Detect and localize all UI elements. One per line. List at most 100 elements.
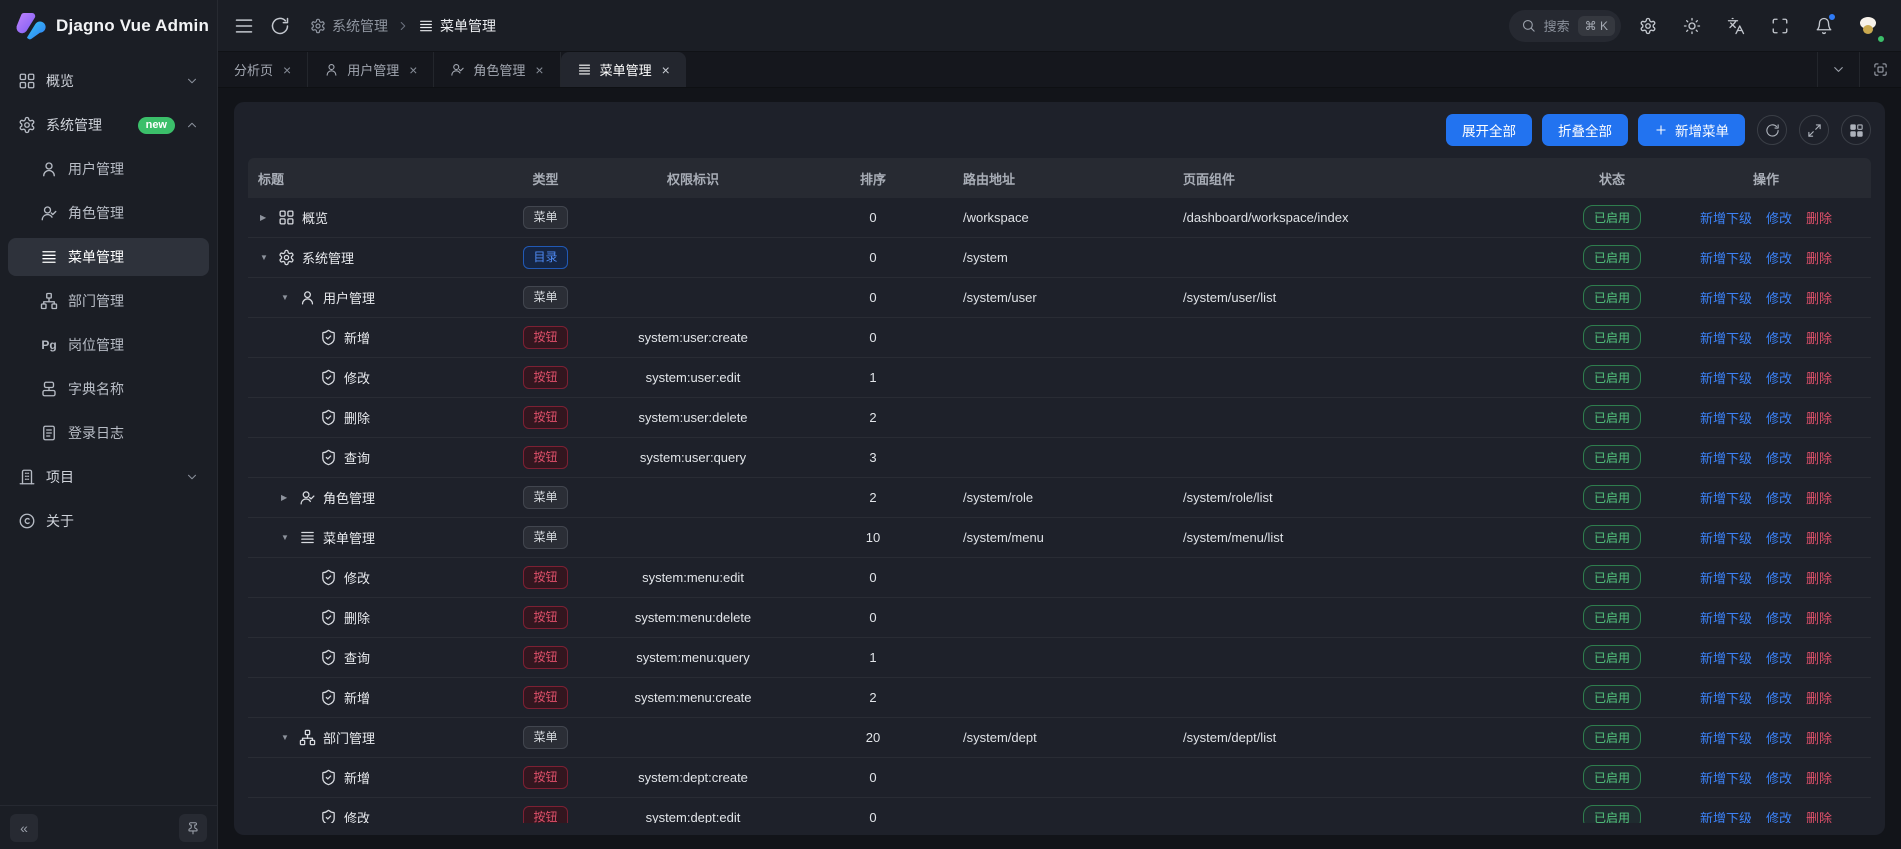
add-child-link[interactable]: 新增下级 (1700, 368, 1752, 387)
hamburger-icon[interactable] (234, 16, 254, 36)
collapse-all-button[interactable]: 折叠全部 (1542, 114, 1628, 146)
delete-link[interactable]: 删除 (1806, 808, 1832, 823)
search-input[interactable]: 搜索 ⌘ K (1509, 10, 1621, 42)
app-logo[interactable]: Djagno Vue Admin (0, 0, 217, 52)
sidebar-item-6[interactable]: Pg岗位管理 (8, 326, 209, 364)
edit-link[interactable]: 修改 (1766, 608, 1792, 627)
edit-link[interactable]: 修改 (1766, 248, 1792, 267)
table-fullscreen-button[interactable] (1799, 115, 1829, 145)
add-child-link[interactable]: 新增下级 (1700, 808, 1752, 823)
close-tab-icon[interactable]: × (283, 62, 291, 78)
add-child-link[interactable]: 新增下级 (1700, 528, 1752, 547)
add-child-link[interactable]: 新增下级 (1700, 248, 1752, 267)
sidebar-item-3[interactable]: 角色管理 (8, 194, 209, 232)
edit-link[interactable]: 修改 (1766, 328, 1792, 347)
tab-3[interactable]: 菜单管理× (561, 52, 686, 87)
edit-link[interactable]: 修改 (1766, 408, 1792, 427)
expand-row-icon[interactable]: ▶ (260, 213, 278, 222)
sidebar-item-2[interactable]: 用户管理 (8, 150, 209, 188)
collapse-row-icon[interactable]: ▼ (281, 293, 299, 302)
delete-link[interactable]: 删除 (1806, 608, 1832, 627)
tabs-dropdown-button[interactable] (1817, 52, 1859, 87)
add-child-link[interactable]: 新增下级 (1700, 688, 1752, 707)
add-child-link[interactable]: 新增下级 (1700, 768, 1752, 787)
delete-link[interactable]: 删除 (1806, 568, 1832, 587)
delete-link[interactable]: 删除 (1806, 648, 1832, 667)
add-child-link[interactable]: 新增下级 (1700, 608, 1752, 627)
refresh-icon[interactable] (270, 16, 290, 36)
delete-link[interactable]: 删除 (1806, 408, 1832, 427)
close-tab-icon[interactable]: × (535, 62, 543, 78)
tab-2[interactable]: 角色管理× (434, 52, 560, 87)
status-badge: 已启用 (1583, 245, 1641, 270)
collapse-row-icon[interactable]: ▼ (281, 733, 299, 742)
expand-row-icon[interactable]: ▶ (281, 493, 299, 502)
sidebar-item-1[interactable]: 系统管理new (8, 106, 209, 144)
edit-link[interactable]: 修改 (1766, 448, 1792, 467)
collapse-row-icon[interactable]: ▼ (281, 533, 299, 542)
tab-0[interactable]: 分析页× (218, 52, 308, 87)
edit-link[interactable]: 修改 (1766, 568, 1792, 587)
collapse-row-icon[interactable]: ▼ (260, 253, 278, 262)
edit-link[interactable]: 修改 (1766, 648, 1792, 667)
fullscreen-button[interactable] (1763, 9, 1797, 43)
delete-link[interactable]: 删除 (1806, 488, 1832, 507)
edit-link[interactable]: 修改 (1766, 288, 1792, 307)
column-settings-button[interactable] (1841, 115, 1871, 145)
edit-link[interactable]: 修改 (1766, 528, 1792, 547)
add-child-link[interactable]: 新增下级 (1700, 568, 1752, 587)
sidebar-item-4[interactable]: 菜单管理 (8, 238, 209, 276)
close-tab-icon[interactable]: × (662, 62, 670, 78)
edit-link[interactable]: 修改 (1766, 488, 1792, 507)
pin-icon[interactable] (179, 814, 207, 842)
settings-button[interactable] (1631, 9, 1665, 43)
delete-link[interactable]: 删除 (1806, 768, 1832, 787)
delete-link[interactable]: 删除 (1806, 328, 1832, 347)
delete-link[interactable]: 删除 (1806, 288, 1832, 307)
collapse-sidebar-icon[interactable]: « (10, 814, 38, 842)
refresh-table-button[interactable] (1757, 115, 1787, 145)
edit-link[interactable]: 修改 (1766, 808, 1792, 823)
add-child-link[interactable]: 新增下级 (1700, 328, 1752, 347)
edit-link[interactable]: 修改 (1766, 688, 1792, 707)
add-child-link[interactable]: 新增下级 (1700, 648, 1752, 667)
close-tab-icon[interactable]: × (409, 62, 417, 78)
delete-link[interactable]: 删除 (1806, 208, 1832, 227)
sidebar-item-7[interactable]: 字典名称 (8, 370, 209, 408)
delete-link[interactable]: 删除 (1806, 248, 1832, 267)
tabs-maximize-button[interactable] (1859, 52, 1901, 87)
edit-link[interactable]: 修改 (1766, 768, 1792, 787)
sidebar-item-8[interactable]: 登录日志 (8, 414, 209, 452)
delete-link[interactable]: 删除 (1806, 728, 1832, 747)
add-child-link[interactable]: 新增下级 (1700, 408, 1752, 427)
user-avatar[interactable] (1851, 9, 1885, 43)
language-button[interactable] (1719, 9, 1753, 43)
notifications-button[interactable] (1807, 9, 1841, 43)
add-child-link[interactable]: 新增下级 (1700, 488, 1752, 507)
edit-link[interactable]: 修改 (1766, 208, 1792, 227)
delete-link[interactable]: 删除 (1806, 688, 1832, 707)
delete-link[interactable]: 删除 (1806, 368, 1832, 387)
sidebar-item-label: 岗位管理 (68, 335, 124, 355)
sidebar-item-0[interactable]: 概览 (8, 62, 209, 100)
expand-all-button[interactable]: 展开全部 (1446, 114, 1532, 146)
type-badge: 按钮 (523, 446, 567, 468)
sidebar-item-label: 登录日志 (68, 423, 124, 443)
tab-1[interactable]: 用户管理× (308, 52, 434, 87)
user-icon (299, 289, 316, 306)
edit-link[interactable]: 修改 (1766, 728, 1792, 747)
sidebar-item-9[interactable]: 项目 (8, 458, 209, 496)
delete-link[interactable]: 删除 (1806, 448, 1832, 467)
sidebar-item-5[interactable]: 部门管理 (8, 282, 209, 320)
status-badge: 已启用 (1583, 485, 1641, 510)
add-child-link[interactable]: 新增下级 (1700, 448, 1752, 467)
add-menu-button[interactable]: 新增菜单 (1638, 114, 1745, 146)
add-child-link[interactable]: 新增下级 (1700, 208, 1752, 227)
add-child-link[interactable]: 新增下级 (1700, 288, 1752, 307)
delete-link[interactable]: 删除 (1806, 528, 1832, 547)
sidebar-item-10[interactable]: 关于 (8, 502, 209, 540)
theme-toggle-button[interactable] (1675, 9, 1709, 43)
add-child-link[interactable]: 新增下级 (1700, 728, 1752, 747)
breadcrumb-item-0[interactable]: 系统管理 (310, 16, 388, 36)
edit-link[interactable]: 修改 (1766, 368, 1792, 387)
